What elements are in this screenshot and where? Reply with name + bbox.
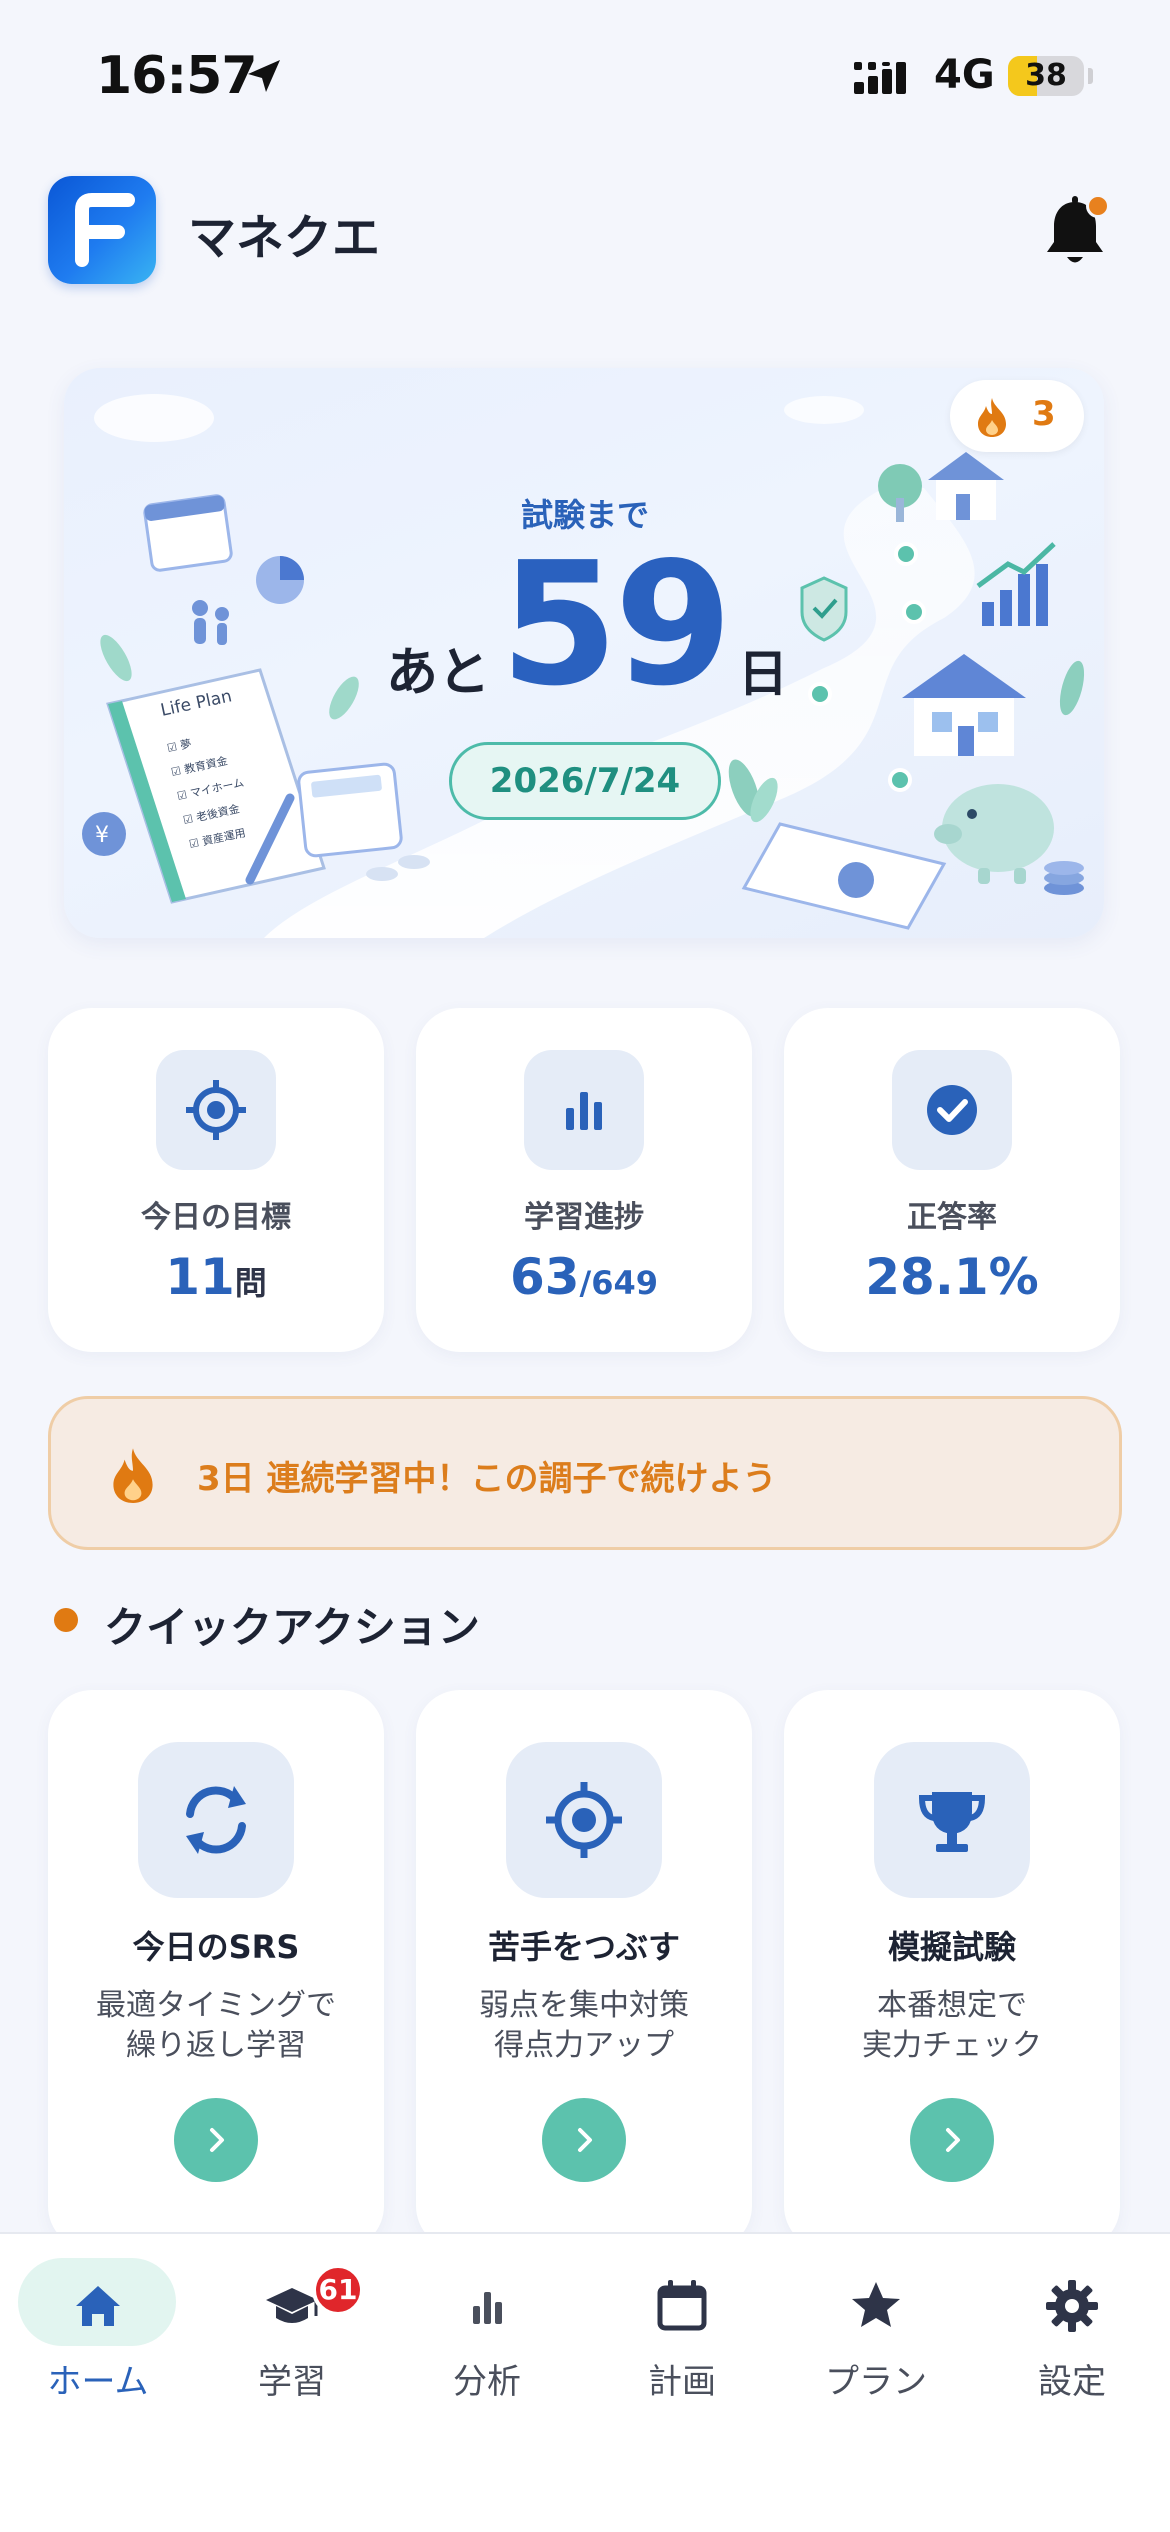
stat-icon-box [524,1050,644,1170]
tab-label: 分析 [453,2362,521,2402]
quick-action-title: 苦手をつぶす [487,1928,680,1966]
tab-subscription-plan[interactable]: プラン [796,2264,956,2404]
target-icon [546,1782,622,1858]
countdown-days: 59 [500,526,733,724]
bar-chart-icon [566,1092,602,1130]
quick-action-title: 今日のSRS [132,1928,300,1966]
app-logo [48,176,156,284]
stat-card-progress[interactable]: 学習進捗 63/649 [416,1008,752,1352]
quick-action-desc: 弱点を集中対策 得点力アップ [479,1988,689,2063]
bar-chart-icon [473,2292,502,2324]
status-bar: 16:57 4G 38 [0,0,1170,150]
stat-label: 正答率 [907,1200,997,1235]
location-arrow-icon [248,60,280,92]
logo-f-icon [75,193,135,267]
chevron-right-icon [210,2128,224,2152]
quick-action-desc: 最適タイミングで 繰り返し学習 [96,1988,336,2063]
stat-label: 学習進捗 [524,1200,644,1235]
stat-card-accuracy[interactable]: 正答率 28.1% [784,1008,1120,1352]
stat-value: 11問 [165,1248,267,1306]
countdown-prefix: あと [386,643,491,703]
tab-label: 設定 [1038,2362,1106,2402]
quick-action-icon-box [506,1742,662,1898]
network-type: 4G [934,52,995,98]
tab-label: 学習 [258,2362,326,2402]
flame-icon [113,1448,153,1503]
home-icon [76,2286,120,2326]
tab-plan-calendar[interactable]: 計画 [602,2264,762,2404]
section-bullet [54,1608,78,1632]
target-icon [186,1080,246,1140]
tab-settings[interactable]: 設定 [992,2264,1152,2404]
stat-icon-box [892,1050,1012,1170]
tab-home[interactable]: ホーム [18,2258,178,2404]
tab-label: ホーム [47,2362,149,2402]
streak-banner-text: 3日 連続学習中！この調子で続けよう [197,1459,777,1499]
go-button[interactable] [910,2098,994,2182]
battery-indicator: 38 [1008,56,1084,96]
notification-dot [1086,194,1110,218]
stat-value: 63/649 [509,1248,659,1306]
section-title-quick-actions: クイックアクション [104,1603,480,1652]
app-title: マネクエ [188,210,381,266]
status-time: 16:57 [96,46,258,106]
go-button[interactable] [542,2098,626,2182]
gear-icon [1046,2280,1098,2332]
tab-label: 計画 [648,2362,716,2402]
quick-action-title: 模擬試験 [887,1928,1016,1966]
countdown-suffix: 日 [738,645,788,703]
trophy-icon [918,1792,986,1852]
quick-action-mock-exam[interactable]: 模擬試験 本番想定で 実力チェック [784,1690,1120,2250]
stat-value: 28.1% [865,1248,1039,1306]
chevron-right-icon [578,2128,592,2152]
flame-icon [978,398,1006,437]
streak-banner[interactable]: 3日 連続学習中！この調子で続けよう [48,1396,1122,1550]
quick-action-weak-points[interactable]: 苦手をつぶす 弱点を集中対策 得点力アップ [416,1690,752,2250]
stat-card-daily-goal[interactable]: 今日の目標 11問 [48,1008,384,1352]
tab-analysis[interactable]: 分析 [407,2264,567,2404]
quick-action-icon-box [138,1742,294,1898]
quick-action-srs[interactable]: 今日のSRS 最適タイミングで 繰り返し学習 [48,1690,384,2250]
calendar-icon [657,2280,707,2331]
hero-streak-pill: 3 [950,380,1084,452]
refresh-icon [186,1786,246,1854]
cellular-signal-icon [854,62,906,94]
svg-text:¥: ¥ [95,823,109,848]
check-circle-icon [927,1085,977,1135]
exam-date-pill: 2026/7/24 [449,742,721,820]
stat-icon-box [156,1050,276,1170]
go-button[interactable] [174,2098,258,2182]
chevron-right-icon [946,2128,960,2152]
hero-streak-count: 3 [1032,394,1056,434]
tab-label: プラン [825,2362,927,2402]
study-badge: 61 [312,2264,364,2316]
quick-action-icon-box [874,1742,1030,1898]
stat-label: 今日の目標 [141,1200,291,1235]
battery-label: 38 [1025,58,1067,93]
quick-action-desc: 本番想定で 実力チェック [862,1988,1042,2063]
star-icon [852,2282,900,2327]
battery-cap [1088,68,1093,84]
